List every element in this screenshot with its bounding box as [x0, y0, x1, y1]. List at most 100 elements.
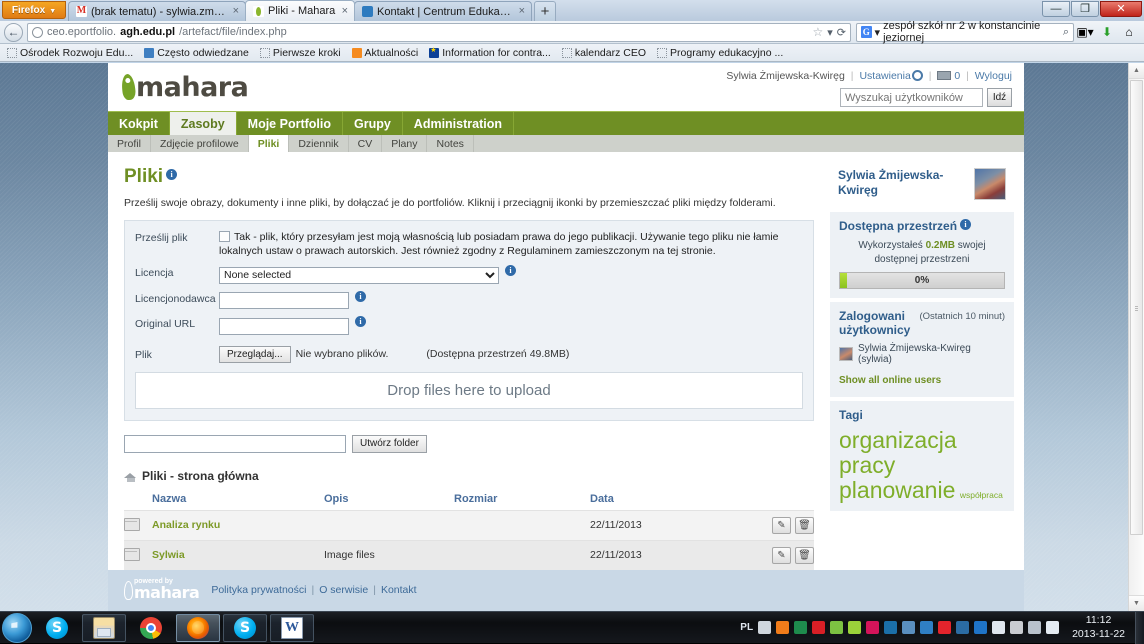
browser-tab-3[interactable]: Kontakt | Centrum Edukacji Obywatel... × [354, 1, 532, 21]
delete-icon[interactable]: 🗑 [795, 517, 814, 534]
kaspersky-icon[interactable] [866, 621, 879, 634]
scroll-down-icon[interactable]: ▼ [1129, 595, 1144, 611]
delete-icon[interactable]: 🗑 [795, 547, 814, 564]
close-icon[interactable]: × [231, 6, 239, 17]
vertical-scrollbar[interactable]: ▲ ▼ [1128, 63, 1144, 611]
table-row[interactable]: Sylwia Image files 22/11/2013 ✎🗑 [124, 540, 814, 570]
col-data[interactable]: Data [590, 490, 754, 511]
check-icon[interactable] [848, 621, 861, 634]
col-rozmiar[interactable]: Rozmiar [454, 490, 590, 511]
subnav-item-dziennik[interactable]: Dziennik [289, 135, 348, 152]
firefox-menu-button[interactable]: Firefox▼ [2, 1, 66, 19]
update-icon[interactable] [920, 621, 933, 634]
scroll-up-icon[interactable]: ▲ [1129, 63, 1144, 79]
original-url-input[interactable] [219, 318, 349, 335]
info-icon[interactable]: i [355, 291, 366, 302]
search-users-input[interactable] [840, 88, 983, 107]
table-row[interactable]: Analiza rynku 22/11/2013 ✎🗑 [124, 510, 814, 540]
bookmark-item[interactable]: Często odwiedzane [144, 47, 249, 59]
chat-icon[interactable] [830, 621, 843, 634]
chevron-down-icon[interactable]: ▾ [875, 26, 881, 39]
url-bar[interactable]: ceo.eportfolio.agh.edu.pl/artefact/file/… [27, 23, 851, 42]
browse-button[interactable]: Przeglądaj... [219, 346, 291, 363]
nav-item-moje-portfolio[interactable]: Moje Portfolio [237, 112, 343, 135]
subnav-item-cv[interactable]: CV [349, 135, 383, 152]
taskbar-item-skype-2[interactable]: S [223, 614, 267, 642]
maximize-button[interactable]: ❐ [1071, 1, 1099, 17]
tag-item[interactable]: organizacja pracy [839, 427, 957, 478]
create-folder-button[interactable]: Utwórz folder [352, 435, 427, 453]
subnav-item-pliki[interactable]: Pliki [249, 135, 290, 152]
volume-icon[interactable] [1046, 621, 1059, 634]
taskbar-item-chrome[interactable] [129, 614, 173, 642]
subnav-item-notes[interactable]: Notes [427, 135, 473, 152]
close-icon[interactable]: × [340, 6, 348, 17]
close-icon[interactable]: × [517, 6, 525, 17]
avatar[interactable] [974, 168, 1006, 200]
nav-item-administration[interactable]: Administration [403, 112, 514, 135]
bookmark-item[interactable]: Aktualności [352, 47, 419, 59]
printer-icon[interactable] [902, 621, 915, 634]
inbox-icon[interactable] [937, 71, 951, 80]
copyright-checkbox[interactable] [219, 231, 230, 242]
acrobat-icon[interactable] [812, 621, 825, 634]
downloads-icon[interactable]: ⬇ [1096, 22, 1118, 42]
bookmark-item[interactable]: Pierwsze kroki [260, 47, 341, 59]
scrollbar-thumb[interactable] [1130, 80, 1143, 535]
info-icon[interactable]: i [166, 169, 177, 180]
show-desktop-button[interactable] [1135, 612, 1144, 644]
footer-link-privacy[interactable]: Polityka prywatności [211, 584, 306, 596]
subnav-item-plany[interactable]: Plany [382, 135, 427, 152]
footer-link-about[interactable]: O serwisie [319, 584, 368, 596]
search-icon[interactable]: ⌕ [1063, 26, 1069, 39]
bookmark-item[interactable]: kalendarz CEO [562, 47, 646, 59]
online-user-item[interactable]: Sylwia Żmijewska-Kwiręg (sylwia) [839, 343, 1005, 365]
tag-item[interactable]: planowanie [839, 477, 955, 503]
browser-tab-1[interactable]: M (brak tematu) - sylwia.zmijewska-kwi..… [68, 1, 246, 21]
back-icon[interactable]: ← [4, 23, 23, 42]
safety-icon[interactable] [1010, 621, 1023, 634]
chevron-down-icon[interactable]: ▾ [827, 26, 833, 39]
excel-icon[interactable] [794, 621, 807, 634]
nav-item-kokpit[interactable]: Kokpit [108, 112, 170, 135]
opera-icon[interactable] [938, 621, 951, 634]
new-folder-input[interactable] [124, 435, 346, 453]
mahara-logo[interactable]: mahara [122, 71, 248, 103]
taskbar-item-firefox[interactable] [176, 614, 220, 642]
info-icon[interactable]: i [355, 316, 366, 327]
col-opis[interactable]: Opis [324, 490, 454, 511]
keyboard-icon[interactable] [758, 621, 771, 634]
tag-item[interactable]: współpraca [960, 490, 1003, 500]
license-select[interactable]: None selected [219, 267, 499, 284]
subnav-item-zdjecie-profilowe[interactable]: Zdjęcie profilowe [151, 135, 249, 152]
nav-item-grupy[interactable]: Grupy [343, 112, 403, 135]
logout-link[interactable]: Wyloguj [975, 70, 1012, 82]
footer-link-contact[interactable]: Kontakt [381, 584, 417, 596]
new-tab-button[interactable]: + [534, 1, 556, 21]
folder-icon[interactable] [124, 518, 138, 529]
licensor-input[interactable] [219, 292, 349, 309]
taskbar-item-explorer[interactable] [82, 614, 126, 642]
bookmarks-icon[interactable]: ▣▾ [1074, 22, 1096, 42]
show-all-online-users-link[interactable]: Show all online users [839, 375, 941, 386]
language-indicator[interactable]: PL [740, 622, 753, 633]
eye-icon[interactable] [974, 621, 987, 634]
start-button[interactable] [2, 613, 32, 643]
taskbar-item-word[interactable]: W [270, 614, 314, 642]
bookmark-item[interactable]: Programy edukacyjno ... [657, 47, 783, 59]
info-icon[interactable]: i [505, 265, 516, 276]
home-icon[interactable]: ⌂ [1118, 22, 1140, 42]
bookmark-star-icon[interactable]: ☆ [812, 25, 823, 39]
info-icon[interactable]: i [960, 219, 971, 230]
clock[interactable]: 11:12 2013-11-22 [1064, 614, 1131, 640]
file-name-link[interactable]: Analiza rynku [152, 519, 220, 531]
search-bar[interactable]: G ▾ zespół szkół nr 2 w konstancinie jez… [856, 23, 1074, 42]
arrow-icon[interactable] [776, 621, 789, 634]
nav-item-zasoby[interactable]: Zasoby [170, 112, 237, 135]
file-name-link[interactable]: Sylwia [152, 549, 185, 561]
gear-icon[interactable] [912, 70, 923, 81]
folder-icon[interactable] [124, 548, 138, 559]
edit-icon[interactable]: ✎ [772, 517, 791, 534]
display-icon[interactable] [1028, 621, 1041, 634]
messages-count[interactable]: 0 [954, 70, 960, 82]
